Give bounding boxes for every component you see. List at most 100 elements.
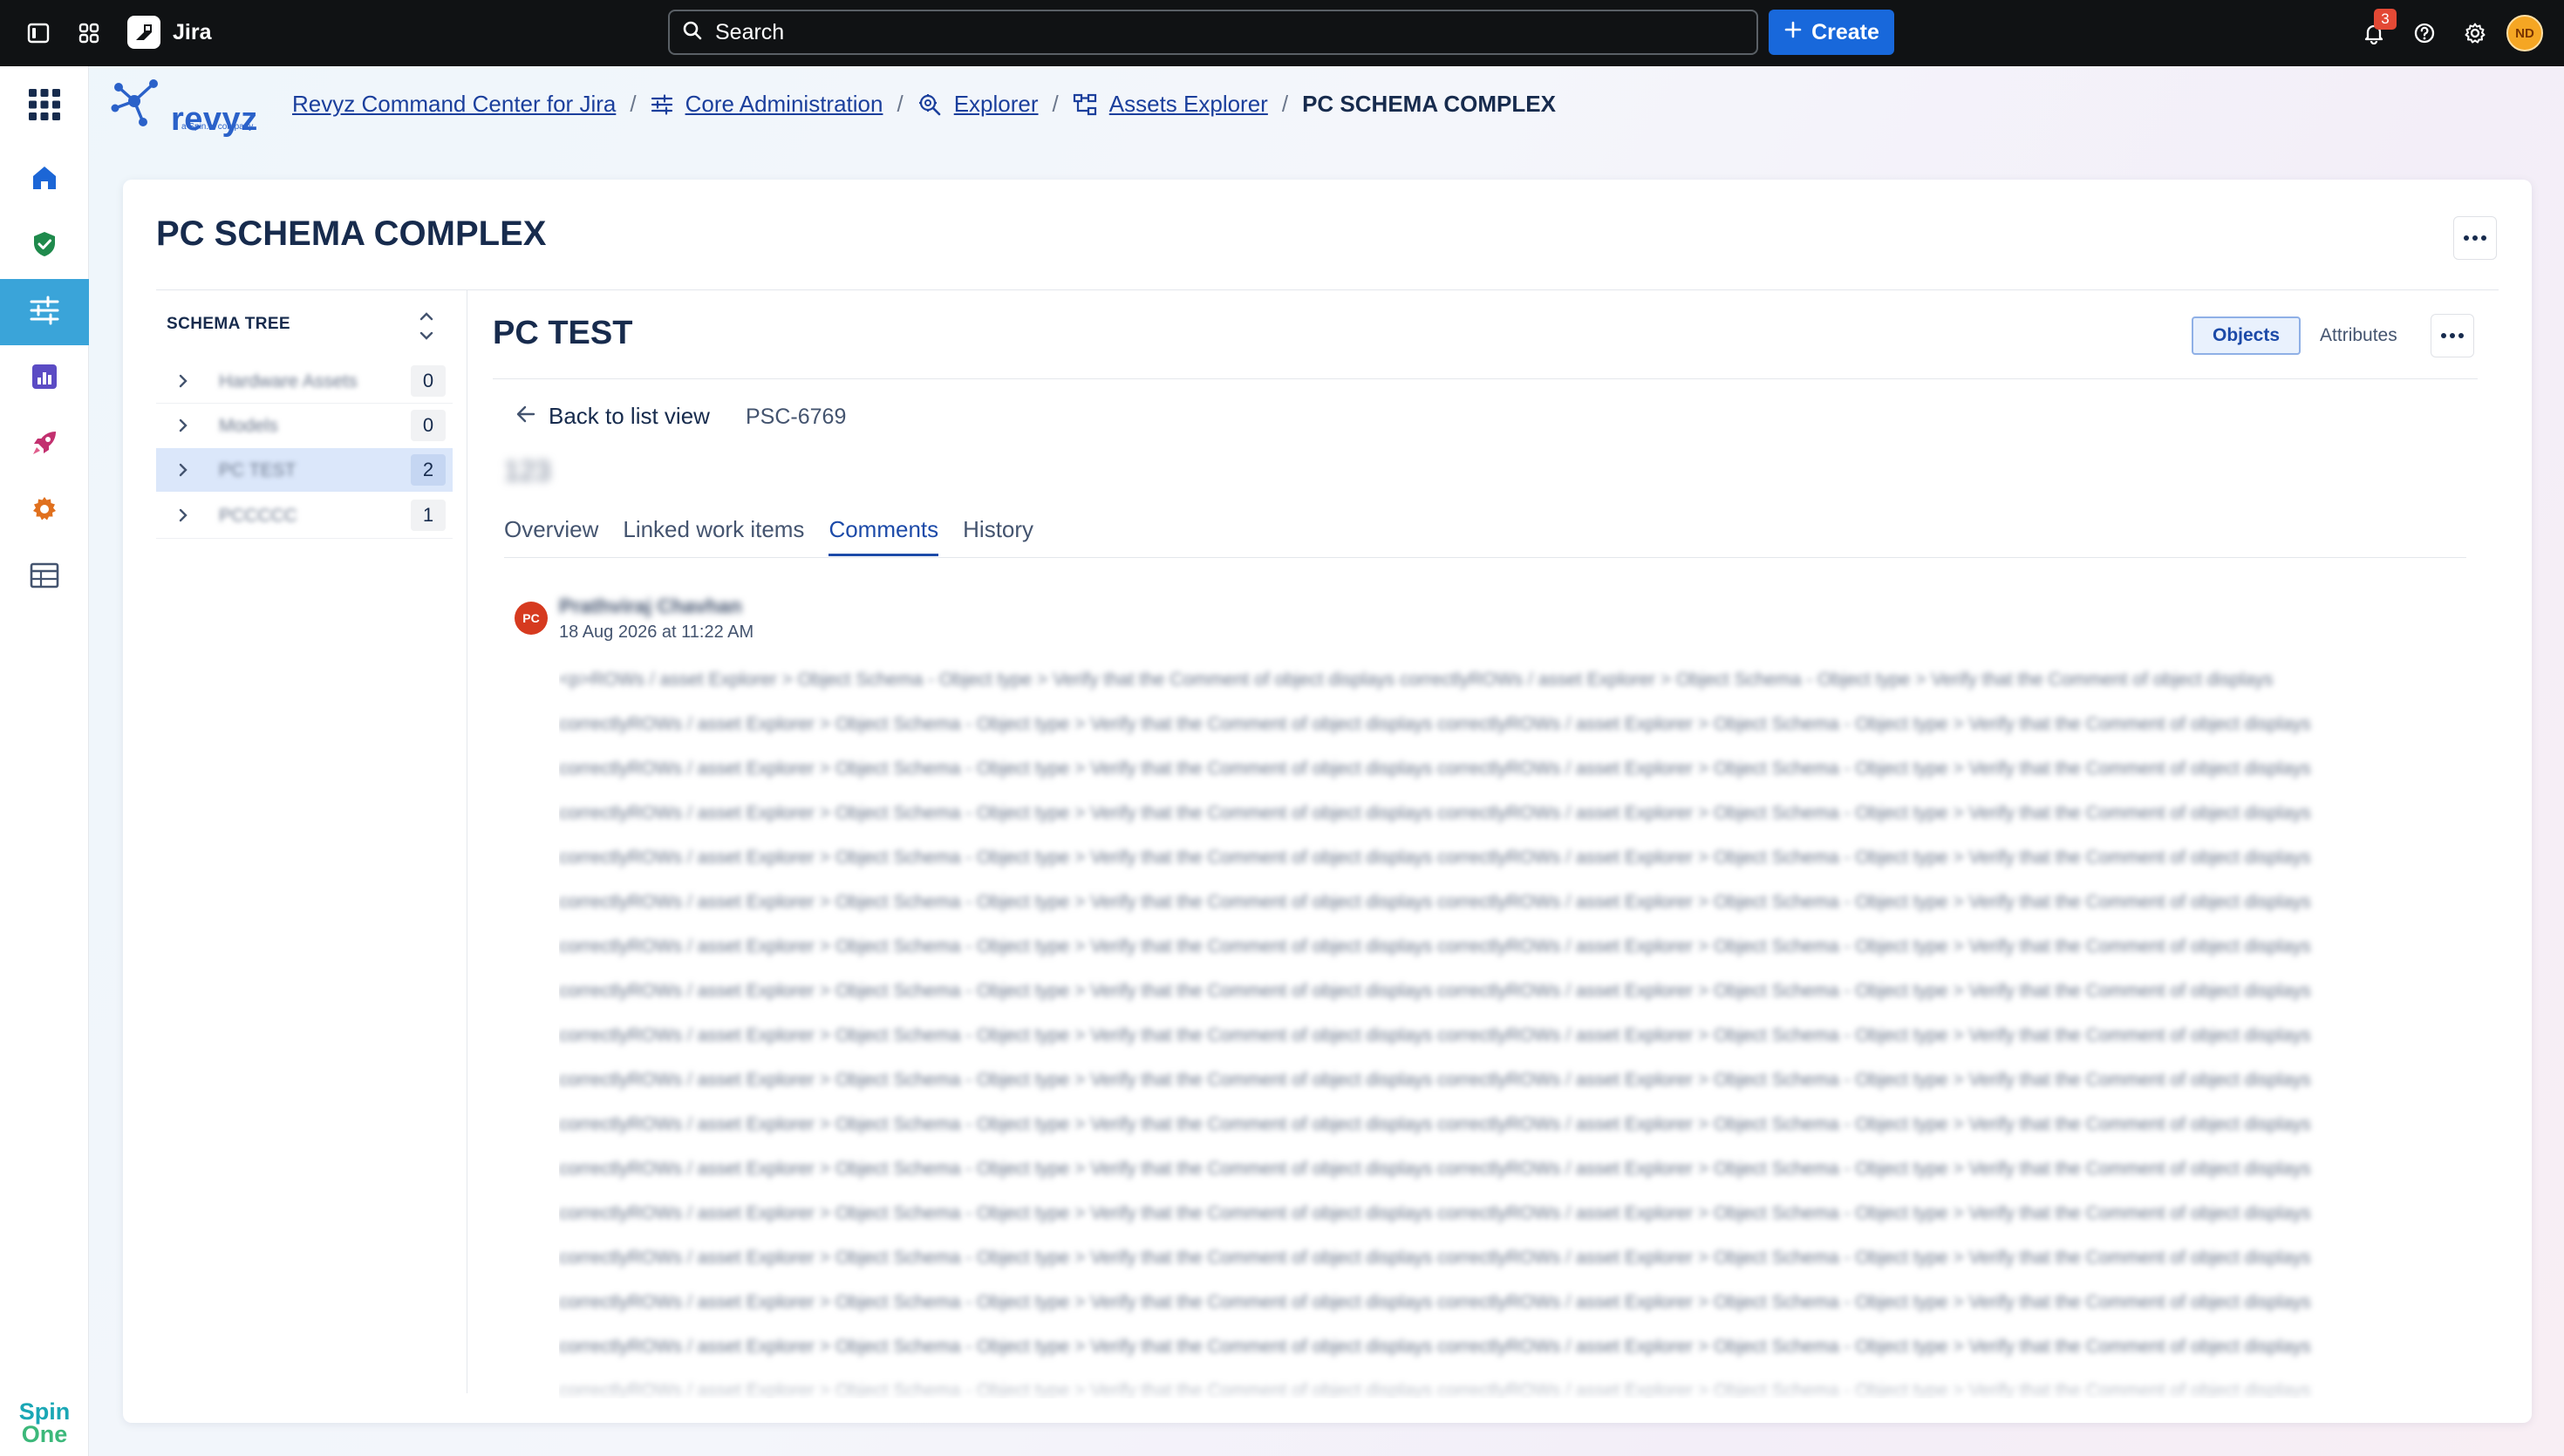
create-button[interactable]: Create [1769,10,1894,55]
schema-tree-item[interactable]: Hardware Assets 0 [156,359,453,403]
revyz-logo[interactable]: revyz a Spin.ai company [108,77,258,136]
create-button-label: Create [1811,19,1879,44]
comment-line: correctlyROWs / asset Explorer > Object … [559,936,2311,956]
schema-tree-item-label: Models [219,416,278,436]
comment-line: <p>ROWs / asset Explorer > Object Schema… [559,670,2274,690]
app-grid-icon [27,87,62,126]
spinone-logo: Spin One [16,1400,73,1446]
gear-icon [30,494,59,528]
breadcrumb: Revyz Command Center for Jira / Core Adm… [292,91,1556,118]
schema-tree-item[interactable]: PCCCCC 1 [156,493,453,537]
app-switcher-icon[interactable] [75,19,103,47]
search-input[interactable] [715,19,1718,45]
objects-view-button[interactable]: Objects [2192,316,2301,355]
notification-count-badge: 3 [2374,9,2397,30]
schema-tree-item[interactable]: Models 0 [156,404,453,447]
spinone-logo-line1: Spin [18,1398,71,1425]
hierarchy-icon [1073,93,1097,116]
tab-linked-work-items[interactable]: Linked work items [623,516,804,556]
object-tabs: Overview Linked work items Comments Hist… [504,516,1033,556]
tab-overview[interactable]: Overview [504,516,598,556]
help-icon[interactable] [2411,19,2438,47]
rail-item-core-administration[interactable] [0,279,89,345]
rail-item-launch[interactable] [0,412,89,478]
app-grid-menu[interactable] [0,66,89,146]
rail-item-settings[interactable] [0,478,89,544]
rail-item-reports[interactable] [0,345,89,412]
user-avatar[interactable]: ND [2506,15,2543,51]
jira-logo-icon [127,16,160,49]
left-app-rail: Spin One [0,66,89,1456]
back-to-list-label: Back to list view [549,403,710,429]
chart-icon [31,363,58,395]
more-dots-icon [2464,235,2469,241]
schema-tree-item-label: PC TEST [219,460,297,480]
comment-line: correctlyROWs / asset Explorer > Object … [559,1114,2311,1134]
breadcrumb-current: PC SCHEMA COMPLEX [1302,91,1556,117]
comment-author-name: Prathviraj Chavhan [559,595,742,617]
schema-card: PC SCHEMA COMPLEX SCHEMA TREE Hardware A… [123,180,2532,1423]
revyz-network-icon [108,77,166,135]
object-name: 123 [504,455,551,486]
home-icon [30,163,59,197]
object-key: PSC-6769 [746,405,847,429]
rail-item-protection[interactable] [0,213,89,279]
more-dots-icon [2481,235,2486,241]
comment-line: correctlyROWs / asset Explorer > Object … [559,1292,2311,1312]
comment-line: correctlyROWs / asset Explorer > Object … [559,1159,2311,1179]
schema-tree-item-count: 0 [411,410,446,441]
schema-tree-item-label: PCCCCC [219,506,297,526]
breadcrumb-separator: / [897,91,904,117]
header-divider [156,289,2499,290]
more-dots-icon [2472,235,2478,241]
comment-line: correctlyROWs / asset Explorer > Object … [559,1025,2311,1045]
comment-author-avatar: PC [515,602,548,635]
comment-line: correctlyROWs / asset Explorer > Object … [559,1203,2311,1223]
comment-line: correctlyROWs / asset Explorer > Object … [559,981,2311,1001]
chevron-right-icon[interactable] [177,507,189,528]
attributes-view-button[interactable]: Attributes [2301,316,2417,355]
tab-history[interactable]: History [963,516,1033,556]
breadcrumb-link-assets-explorer[interactable]: Assets Explorer [1109,91,1268,118]
sort-toggle-icon[interactable] [416,309,437,344]
sliders-icon [29,296,60,330]
comment-line: correctlyROWs / asset Explorer > Object … [559,1248,2311,1268]
breadcrumb-separator: / [630,91,637,117]
comment-line: correctlyROWs / asset Explorer > Object … [559,847,2311,867]
sliders-icon [651,93,673,115]
comment-body: <p>ROWs / asset Explorer > Object Schema… [559,657,2443,1398]
chevron-right-icon[interactable] [177,461,189,483]
comment-line: correctlyROWs / asset Explorer > Object … [559,1337,2311,1357]
breadcrumb-link-core-administration[interactable]: Core Administration [685,91,883,118]
plus-icon [1783,20,1803,45]
page-more-actions-button[interactable] [2453,216,2497,260]
rail-item-tables[interactable] [0,544,89,610]
more-dots-icon [2441,333,2446,338]
tree-row-divider [156,538,453,539]
back-to-list-link[interactable]: Back to list view [515,403,710,430]
schema-tree-item-label: Hardware Assets [219,371,358,391]
schema-tree-item-selected[interactable]: PC TEST 2 [156,448,453,492]
sidebar-toggle-icon[interactable] [24,19,52,47]
tab-comments[interactable]: Comments [829,516,939,556]
rail-item-home[interactable] [0,146,89,213]
chevron-right-icon[interactable] [177,417,189,439]
settings-gear-icon[interactable] [2461,19,2489,47]
breadcrumb-link-revyz-command-center[interactable]: Revyz Command Center for Jira [292,91,616,118]
more-dots-icon [2458,333,2464,338]
search-box[interactable] [668,10,1758,55]
object-type-more-actions-button[interactable] [2431,314,2474,357]
jira-logo[interactable]: Jira [127,16,211,49]
comment-timestamp: 18 Aug 2026 at 11:22 AM [559,623,754,642]
comment-line: correctlyROWs / asset Explorer > Object … [559,759,2311,779]
spinone-logo-line2: One [21,1421,68,1447]
detail-divider [493,378,2478,379]
schema-tree-item-count: 0 [411,365,446,397]
breadcrumb-link-explorer[interactable]: Explorer [954,91,1039,118]
object-type-title: PC TEST [493,315,633,351]
comment-line: correctlyROWs / asset Explorer > Object … [559,892,2311,912]
chevron-right-icon[interactable] [177,372,189,394]
schema-tree-item-count: 1 [411,500,446,531]
rocket-icon [30,428,59,462]
comment-line: correctlyROWs / asset Explorer > Object … [559,803,2311,823]
